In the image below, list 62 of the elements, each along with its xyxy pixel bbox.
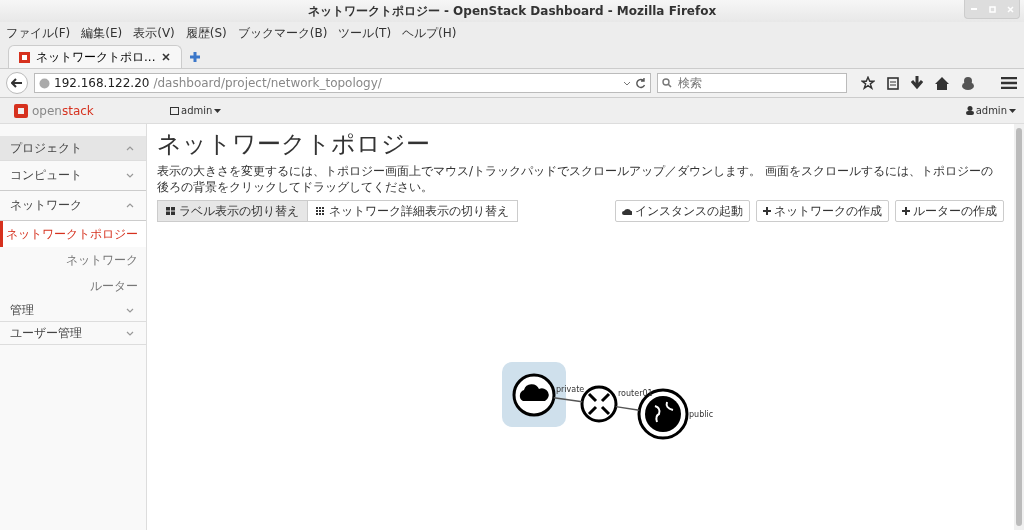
logo-icon <box>14 103 28 118</box>
menu-item[interactable]: 履歴(S) <box>185 24 227 42</box>
download-icon[interactable] <box>911 76 923 90</box>
address-field[interactable]: 192.168.122.20 /dashboard/project/network_topology/ <box>34 73 651 93</box>
link-line <box>553 397 583 403</box>
chevron-icon <box>126 145 134 151</box>
cloud-icon <box>622 207 632 216</box>
help-text: 表示の大きさを変更するには、トポロジー画面上でマウス/トラックパッドでスクロールアップ／ダウンします。 画面をスクロールするには、トポロジーの後ろの背景をクリックしてドラッグしてください。 <box>157 164 994 196</box>
plus-icon <box>902 207 910 216</box>
caret-icon <box>214 108 222 113</box>
dots-grid-icon <box>316 207 325 216</box>
chevron-icon <box>126 330 134 336</box>
node-label: private <box>556 385 585 395</box>
chevron-icon <box>126 307 134 313</box>
sidebar-item[interactable]: ネットワーク <box>0 247 146 273</box>
logo-text: openstack <box>32 103 94 118</box>
plus-icon <box>763 207 771 216</box>
user-menu[interactable]: admin <box>965 105 1016 116</box>
sidebar-panel[interactable]: プロジェクト <box>0 136 146 161</box>
chevron-icon <box>126 203 134 208</box>
back-arrow-icon <box>11 78 23 88</box>
action-button[interactable]: ネットワークの作成 <box>756 200 889 223</box>
page-title: ネットワークトポロジー <box>157 129 431 160</box>
tab-title: ネットワークトポロ... <box>36 48 156 66</box>
toggle-button[interactable]: ネットワーク詳細表示の切り替え <box>308 200 518 223</box>
reload-icon[interactable] <box>635 77 646 89</box>
home-icon[interactable] <box>935 76 949 90</box>
window-title: ネットワークトポロジー - OpenStack Dashboard - Mozilla Firefox <box>307 2 717 20</box>
menu-item[interactable]: ファイル(F) <box>6 24 71 42</box>
action-button[interactable]: インスタンスの起動 <box>615 200 750 223</box>
sidebar-panel[interactable]: ユーザー管理 <box>0 322 146 345</box>
favicon-icon <box>19 51 30 63</box>
menu-item[interactable]: ツール(T) <box>338 24 392 42</box>
caret-icon <box>1009 108 1016 113</box>
dropdown-icon[interactable] <box>623 80 631 86</box>
chevron-icon <box>126 173 134 178</box>
toggle-button[interactable]: ラベル表示の切り替え <box>157 200 308 223</box>
back-button[interactable] <box>6 72 28 94</box>
scrollbar-thumb[interactable] <box>1016 128 1022 526</box>
action-button[interactable]: ルーターの作成 <box>895 200 1004 223</box>
network-node-icon[interactable] <box>512 373 556 417</box>
monitor-icon <box>170 106 179 115</box>
search-field[interactable]: 検索 <box>657 73 847 93</box>
browser-tab[interactable]: ネットワークトポロ... <box>8 45 183 68</box>
menu-item[interactable]: ブックマーク(B) <box>237 24 328 42</box>
node-label: public <box>689 410 714 420</box>
menu-item[interactable]: 表示(V) <box>133 24 175 42</box>
project-menu[interactable]: admin <box>170 105 222 116</box>
close-icon[interactable] <box>161 53 172 61</box>
link-line <box>615 406 641 412</box>
menu-icon[interactable] <box>1001 77 1017 89</box>
new-tab-icon[interactable] <box>190 52 201 62</box>
grid-icon <box>166 207 175 216</box>
sidebar-panel[interactable]: 管理 <box>0 299 146 322</box>
user-icon <box>965 106 974 115</box>
clipboard-icon[interactable] <box>887 76 899 90</box>
sidebar-item[interactable]: ルーター <box>0 273 146 299</box>
menu-item[interactable]: ヘルプ(H) <box>402 24 457 42</box>
sidebar-item[interactable]: ネットワークトポロジー <box>0 221 146 247</box>
star-icon[interactable] <box>861 76 875 90</box>
menu-item[interactable]: 編集(E) <box>81 24 123 42</box>
sidebar-group[interactable]: コンピュート <box>0 161 146 191</box>
